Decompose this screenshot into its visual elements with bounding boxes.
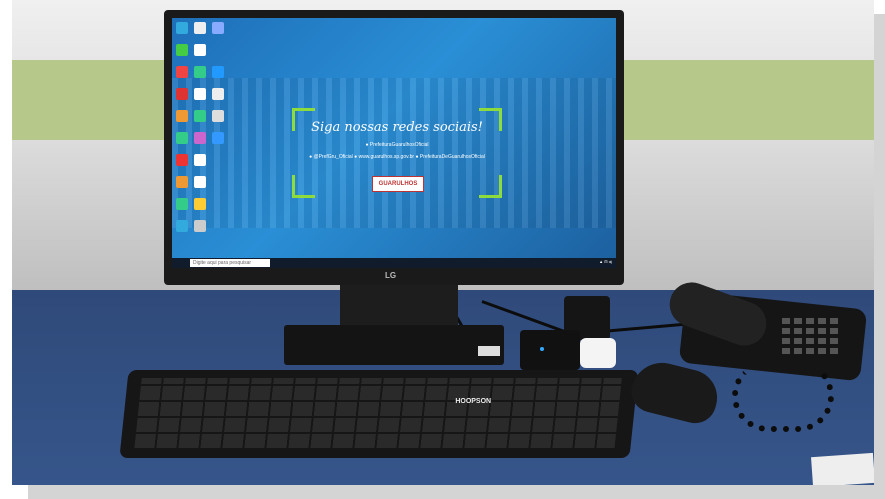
desktop-icon[interactable]	[194, 88, 206, 100]
desktop-icons	[176, 22, 234, 242]
phone-cord	[732, 360, 834, 432]
system-tray[interactable]: ▲ ⊟ ◂)	[599, 259, 612, 264]
social-promo: Siga nossas redes sociais! ● PrefeituraG…	[292, 108, 502, 198]
desktop-icon[interactable]	[194, 22, 206, 34]
city-logo: GUARULHOS	[372, 176, 424, 192]
desktop-icon[interactable]	[212, 66, 224, 78]
taskbar-search[interactable]: Digite aqui para pesquisar	[190, 259, 270, 267]
desktop-icon[interactable]	[212, 22, 224, 34]
desktop-icon[interactable]	[194, 66, 206, 78]
desktop-icon[interactable]	[212, 88, 224, 100]
desktop-icon[interactable]	[194, 220, 206, 232]
pc-base	[284, 325, 504, 365]
desktop-icon[interactable]	[194, 176, 206, 188]
twitter-handle: @PrefGru_Oficial	[313, 154, 353, 160]
hub-led	[540, 347, 544, 351]
taskbar: Digite aqui para pesquisar ▲ ⊟ ◂)	[172, 258, 616, 268]
website: www.guarulhos.sp.gov.br	[358, 154, 415, 160]
keyboard-keys	[134, 378, 622, 448]
desktop-icon[interactable]	[194, 154, 206, 166]
power-plug	[580, 338, 616, 368]
facebook-handle: PrefeituraGuarulhosOficial	[369, 142, 429, 148]
desktop-icon[interactable]	[194, 198, 206, 210]
desktop-icon[interactable]	[194, 44, 206, 56]
desktop-icon[interactable]	[212, 110, 224, 122]
paper-sheet	[811, 452, 874, 485]
desktop-icon[interactable]	[176, 88, 188, 100]
desktop-screen: Siga nossas redes sociais! ● PrefeituraG…	[172, 18, 616, 268]
promo-headline: Siga nossas redes sociais!	[311, 120, 483, 135]
desktop-icon[interactable]	[176, 110, 188, 122]
desktop-icon[interactable]	[176, 66, 188, 78]
desktop-icon[interactable]	[194, 132, 206, 144]
desktop-icon[interactable]	[176, 132, 188, 144]
keyboard: HOOPSON	[119, 370, 639, 458]
social-row-2: ● @PrefGru_Oficial ● www.guarulhos.sp.go…	[296, 154, 498, 160]
keyboard-brand: HOOPSON	[455, 398, 492, 405]
social-row-1: ● PrefeituraGuarulhosOficial	[296, 142, 498, 148]
usb-hub	[520, 330, 580, 370]
instagram-handle: PrefeituraDeGuarulhosOficial	[419, 154, 485, 160]
photo-frame: LG HOOPSON Siga nossas redes sociais! ● …	[0, 0, 885, 499]
pc-sticker	[478, 346, 500, 356]
desktop-icon[interactable]	[176, 220, 188, 232]
frame-corner	[479, 175, 502, 198]
desktop-icon[interactable]	[176, 176, 188, 188]
desktop-icon[interactable]	[176, 44, 188, 56]
desktop-icon[interactable]	[176, 198, 188, 210]
frame-corner	[292, 175, 315, 198]
desktop-icon[interactable]	[176, 154, 188, 166]
desktop-icon[interactable]	[212, 132, 224, 144]
monitor-brand: LG	[385, 271, 397, 280]
phone-keypad	[782, 318, 838, 354]
desktop-icon[interactable]	[194, 110, 206, 122]
desktop-icon[interactable]	[176, 22, 188, 34]
